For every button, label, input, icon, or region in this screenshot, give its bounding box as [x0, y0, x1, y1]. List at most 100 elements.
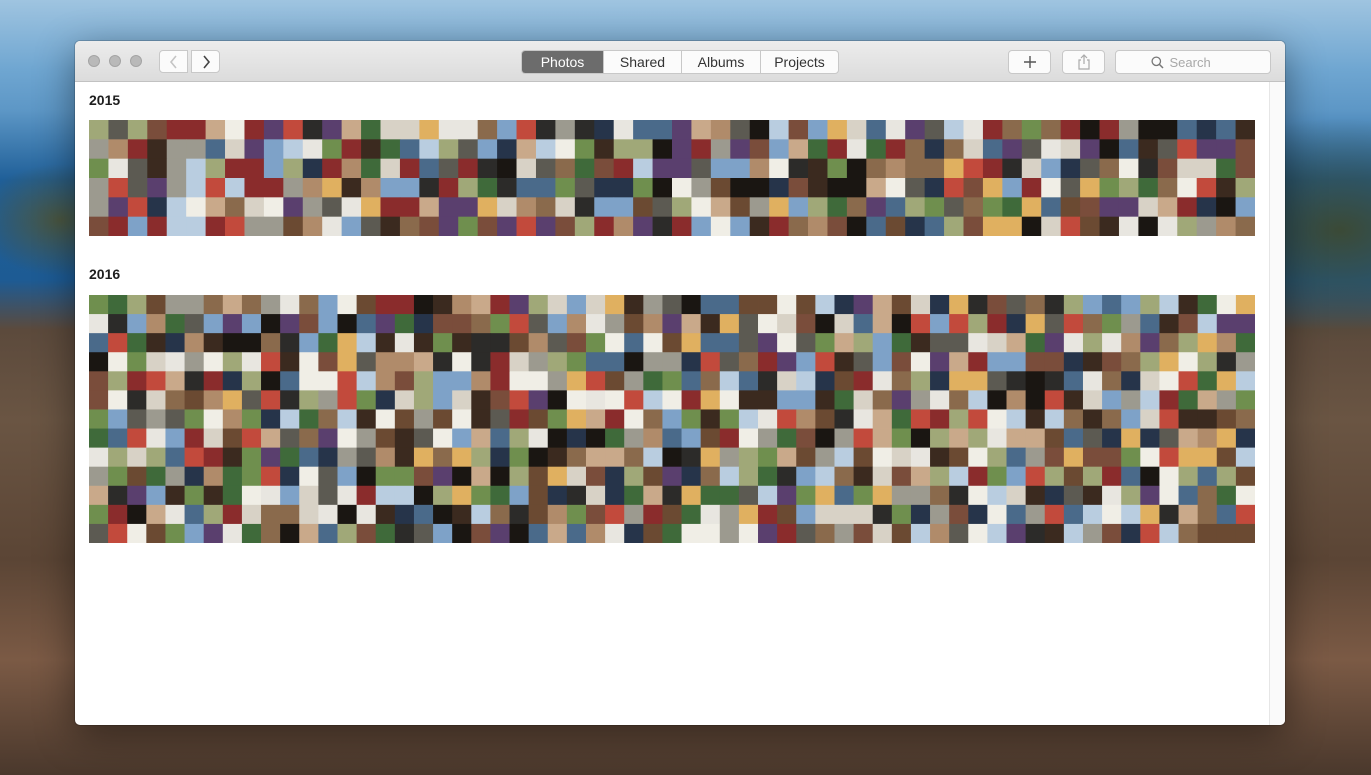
photo-thumbnail[interactable] — [1196, 120, 1217, 140]
photo-thumbnail[interactable] — [924, 120, 945, 140]
photo-thumbnail[interactable] — [535, 178, 556, 198]
photo-thumbnail[interactable] — [633, 197, 653, 218]
photo-thumbnail[interactable] — [261, 523, 281, 543]
photo-thumbnail[interactable] — [1138, 158, 1159, 179]
photo-thumbnail[interactable] — [509, 428, 530, 449]
photo-thumbnail[interactable] — [1044, 409, 1065, 429]
photo-thumbnail[interactable] — [1140, 447, 1160, 468]
photo-thumbnail[interactable] — [337, 428, 357, 449]
photo-thumbnail[interactable] — [891, 523, 912, 543]
photo-thumbnail[interactable] — [1063, 314, 1084, 334]
photo-thumbnail[interactable] — [1118, 216, 1139, 236]
photo-thumbnail[interactable] — [261, 371, 281, 391]
photo-thumbnail[interactable] — [337, 409, 357, 429]
photo-thumbnail[interactable] — [490, 466, 510, 487]
photo-thumbnail[interactable] — [1159, 295, 1179, 315]
photo-thumbnail[interactable] — [1006, 485, 1027, 506]
photo-thumbnail[interactable] — [566, 523, 587, 543]
photo-thumbnail[interactable] — [337, 314, 357, 334]
photo-thumbnail[interactable] — [433, 333, 453, 353]
photo-thumbnail[interactable] — [834, 409, 854, 429]
photo-thumbnail[interactable] — [662, 314, 682, 334]
photo-thumbnail[interactable] — [261, 466, 281, 487]
photo-thumbnail[interactable] — [318, 504, 338, 525]
photo-thumbnail[interactable] — [452, 314, 472, 334]
photo-thumbnail[interactable] — [555, 139, 576, 160]
photo-thumbnail[interactable] — [1178, 504, 1199, 525]
photo-thumbnail[interactable] — [452, 352, 472, 372]
photo-thumbnail[interactable] — [866, 139, 887, 160]
photo-thumbnail[interactable] — [299, 523, 319, 543]
photo-thumbnail[interactable] — [1025, 295, 1046, 315]
photo-thumbnail[interactable] — [509, 333, 530, 353]
photo-thumbnail[interactable] — [108, 120, 129, 140]
photo-thumbnail[interactable] — [853, 333, 874, 353]
photo-thumbnail[interactable] — [891, 447, 912, 468]
photo-thumbnail[interactable] — [730, 139, 751, 160]
photo-thumbnail[interactable] — [375, 523, 396, 543]
photo-thumbnail[interactable] — [949, 428, 969, 449]
photo-thumbnail[interactable] — [318, 352, 338, 372]
photo-thumbnail[interactable] — [222, 428, 243, 449]
photo-thumbnail[interactable] — [341, 178, 362, 198]
photo-thumbnail[interactable] — [605, 504, 625, 525]
photo-thumbnail[interactable] — [1235, 428, 1255, 449]
photo-thumbnail[interactable] — [452, 295, 472, 315]
photo-thumbnail[interactable] — [930, 390, 950, 410]
photo-thumbnail[interactable] — [949, 523, 969, 543]
photo-thumbnail[interactable] — [356, 409, 377, 429]
share-button[interactable] — [1062, 50, 1105, 74]
photo-thumbnail[interactable] — [796, 485, 816, 506]
photo-thumbnail[interactable] — [1002, 216, 1023, 236]
photo-thumbnail[interactable] — [1099, 158, 1120, 179]
photo-thumbnail[interactable] — [1002, 197, 1023, 218]
photo-thumbnail[interactable] — [815, 409, 835, 429]
photo-thumbnail[interactable] — [968, 466, 988, 487]
photo-thumbnail[interactable] — [399, 197, 420, 218]
photo-thumbnail[interactable] — [375, 428, 396, 449]
photo-thumbnail[interactable] — [963, 120, 984, 140]
photo-thumbnail[interactable] — [108, 314, 128, 334]
photo-thumbnail[interactable] — [834, 295, 854, 315]
photo-thumbnail[interactable] — [910, 485, 931, 506]
photo-thumbnail[interactable] — [490, 504, 510, 525]
photo-thumbnail[interactable] — [490, 314, 510, 334]
photo-thumbnail[interactable] — [244, 178, 265, 198]
photo-thumbnail[interactable] — [1099, 216, 1120, 236]
photo-thumbnail[interactable] — [413, 466, 434, 487]
photo-thumbnail[interactable] — [1121, 466, 1141, 487]
photo-thumbnail[interactable] — [413, 504, 434, 525]
photo-thumbnail[interactable] — [547, 314, 568, 334]
photo-thumbnail[interactable] — [1159, 428, 1179, 449]
photo-thumbnail[interactable] — [808, 178, 828, 198]
photo-thumbnail[interactable] — [452, 447, 472, 468]
photo-thumbnail[interactable] — [710, 120, 731, 140]
photo-thumbnail[interactable] — [769, 139, 789, 160]
photo-thumbnail[interactable] — [949, 409, 969, 429]
photo-thumbnail[interactable] — [356, 428, 377, 449]
photo-thumbnail[interactable] — [528, 333, 549, 353]
photo-thumbnail[interactable] — [477, 178, 498, 198]
photo-thumbnail[interactable] — [280, 352, 300, 372]
photo-thumbnail[interactable] — [605, 352, 625, 372]
photo-thumbnail[interactable] — [89, 314, 109, 334]
photo-thumbnail[interactable] — [1041, 139, 1062, 160]
photo-thumbnail[interactable] — [1025, 466, 1046, 487]
photo-thumbnail[interactable] — [866, 178, 887, 198]
photo-thumbnail[interactable] — [184, 485, 205, 506]
photo-thumbnail[interactable] — [341, 120, 362, 140]
photo-thumbnail[interactable] — [302, 178, 323, 198]
photo-thumbnail[interactable] — [433, 352, 453, 372]
photo-thumbnail[interactable] — [968, 504, 988, 525]
photo-thumbnail[interactable] — [827, 120, 848, 140]
photo-thumbnail[interactable] — [700, 523, 721, 543]
photo-thumbnail[interactable] — [1178, 352, 1199, 372]
photo-thumbnail[interactable] — [1140, 295, 1160, 315]
photo-thumbnail[interactable] — [662, 390, 682, 410]
photo-thumbnail[interactable] — [1235, 197, 1255, 218]
photo-thumbnail[interactable] — [1102, 504, 1122, 525]
photo-thumbnail[interactable] — [528, 295, 549, 315]
photo-thumbnail[interactable] — [662, 523, 682, 543]
photo-thumbnail[interactable] — [203, 352, 224, 372]
photo-thumbnail[interactable] — [891, 485, 912, 506]
